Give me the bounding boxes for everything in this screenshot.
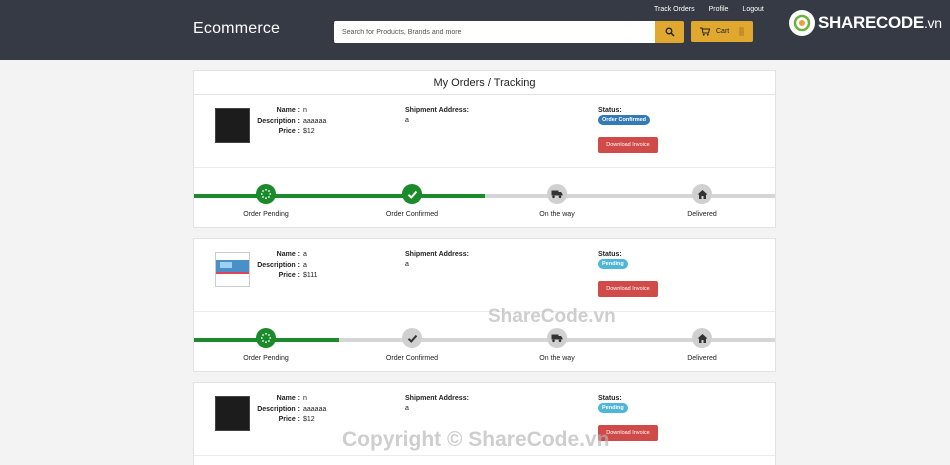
price-label: Price : xyxy=(278,128,300,135)
download-invoice-button[interactable]: Download Invoice xyxy=(598,425,658,441)
step-delivered: Delivered xyxy=(642,328,762,362)
product-details: Name : n Description : aaaaaa Price : $12 xyxy=(244,394,344,426)
product-description: aaaaaa xyxy=(303,117,327,125)
step-label: Order Confirmed xyxy=(385,211,439,218)
search-icon xyxy=(665,27,675,37)
step-marker xyxy=(692,184,712,204)
price-label: Price : xyxy=(278,416,300,423)
step-label: On the way xyxy=(539,355,575,362)
product-description: aaaaaa xyxy=(303,405,327,413)
step-order-confirmed: Order Confirmed xyxy=(352,328,472,362)
truck-icon xyxy=(551,190,563,199)
shipment-address: a xyxy=(405,261,409,268)
product-name: n xyxy=(303,395,307,402)
cart-count-badge xyxy=(739,27,745,36)
profile-link[interactable]: Profile xyxy=(709,6,729,13)
shipment-block: Shipment Address: a xyxy=(405,250,469,270)
status-label: Status: xyxy=(598,395,622,402)
order-card: Name : n Description : aaaaaa Price : $12 Ship… xyxy=(193,382,776,465)
top-header: Ecommerce Track Orders Profile Logout Ca… xyxy=(0,0,950,60)
order-info: Name : n Description : aaaaaa Price : $12 Ship… xyxy=(194,383,775,456)
step-marker xyxy=(692,328,712,348)
download-invoice-button[interactable]: Download Invoice xyxy=(598,137,658,153)
logout-link[interactable]: Logout xyxy=(742,6,763,13)
home-icon xyxy=(697,189,707,199)
shipment-label: Shipment Address: xyxy=(405,107,469,114)
sharecode-logo-icon xyxy=(789,10,815,36)
cart-button[interactable]: Cart xyxy=(691,21,753,42)
spinner-icon xyxy=(260,188,272,200)
status-block: Status: Order Confirmed xyxy=(598,106,651,125)
order-tracker: Order Pending Order Confirmed On the way De… xyxy=(194,312,775,371)
step-marker xyxy=(547,184,567,204)
check-icon xyxy=(407,334,417,343)
shipment-block: Shipment Address: a xyxy=(405,394,469,414)
step-label: Order Pending xyxy=(243,355,289,362)
shipment-address: a xyxy=(405,405,409,412)
status-badge: Pending xyxy=(598,259,628,269)
product-name: a xyxy=(303,251,307,258)
price-label: Price : xyxy=(278,272,300,279)
truck-icon xyxy=(551,334,563,343)
shipment-label: Shipment Address: xyxy=(405,251,469,258)
status-label: Status: xyxy=(598,251,622,258)
sharecode-logo: SHARECODE.vn xyxy=(789,10,942,36)
top-links: Track Orders Profile Logout xyxy=(654,6,764,13)
shipment-label: Shipment Address: xyxy=(405,395,469,402)
status-badge: Order Confirmed xyxy=(598,115,651,125)
product-price: $12 xyxy=(303,416,315,423)
order-card: Name : n Description : aaaaaa Price : $12 Ship… xyxy=(193,94,776,228)
product-description: a xyxy=(303,261,307,269)
home-icon xyxy=(697,333,707,343)
status-block: Status: Pending xyxy=(598,250,628,269)
status-block: Status: Pending xyxy=(598,394,628,413)
step-marker xyxy=(547,328,567,348)
step-marker xyxy=(256,328,276,348)
description-label: Description : xyxy=(257,117,300,125)
page-title: My Orders / Tracking xyxy=(193,70,776,94)
order-info: Name : a Description : a Price : $111 Shipment… xyxy=(194,239,775,312)
product-details: Name : a Description : a Price : $111 xyxy=(244,250,344,282)
status-badge: Pending xyxy=(598,403,628,413)
product-name: n xyxy=(303,107,307,114)
name-label: Name : xyxy=(276,395,300,402)
step-on-the-way: On the way xyxy=(497,184,617,218)
check-icon xyxy=(407,190,417,199)
description-label: Description : xyxy=(257,261,300,269)
cart-label: Cart xyxy=(716,28,730,35)
product-price: $111 xyxy=(303,272,318,279)
product-details: Name : n Description : aaaaaa Price : $12 xyxy=(244,106,344,138)
step-label: Order Confirmed xyxy=(385,355,439,362)
download-invoice-button[interactable]: Download Invoice xyxy=(598,281,658,297)
step-label: Delivered xyxy=(687,355,717,362)
step-order-confirmed: Order Confirmed xyxy=(352,184,472,218)
search-input[interactable] xyxy=(334,21,655,43)
step-order-pending: Order Pending xyxy=(206,184,326,218)
step-delivered: Delivered xyxy=(642,184,762,218)
spinner-icon xyxy=(260,332,272,344)
shipment-address: a xyxy=(405,117,409,124)
step-label: Order Pending xyxy=(243,211,289,218)
step-on-the-way: On the way xyxy=(497,328,617,362)
step-marker xyxy=(256,184,276,204)
cart-icon xyxy=(700,27,710,36)
step-label: On the way xyxy=(539,211,575,218)
description-label: Description : xyxy=(257,405,300,413)
step-label: Delivered xyxy=(687,211,717,218)
step-marker xyxy=(402,328,422,348)
status-label: Status: xyxy=(598,107,622,114)
track-orders-link[interactable]: Track Orders xyxy=(654,6,695,13)
name-label: Name : xyxy=(276,251,300,258)
product-price: $12 xyxy=(303,128,315,135)
order-tracker: Order Pending Order Confirmed On the way De… xyxy=(194,168,775,227)
name-label: Name : xyxy=(276,107,300,114)
search-button[interactable] xyxy=(655,21,684,43)
order-info: Name : n Description : aaaaaa Price : $12 Ship… xyxy=(194,95,775,168)
step-order-pending: Order Pending xyxy=(206,328,326,362)
order-card: Name : a Description : a Price : $111 Shipment… xyxy=(193,238,776,372)
sharecode-logo-text: SHARECODE.vn xyxy=(818,13,942,32)
brand-title[interactable]: Ecommerce xyxy=(193,20,280,38)
shipment-block: Shipment Address: a xyxy=(405,106,469,126)
step-marker xyxy=(402,184,422,204)
